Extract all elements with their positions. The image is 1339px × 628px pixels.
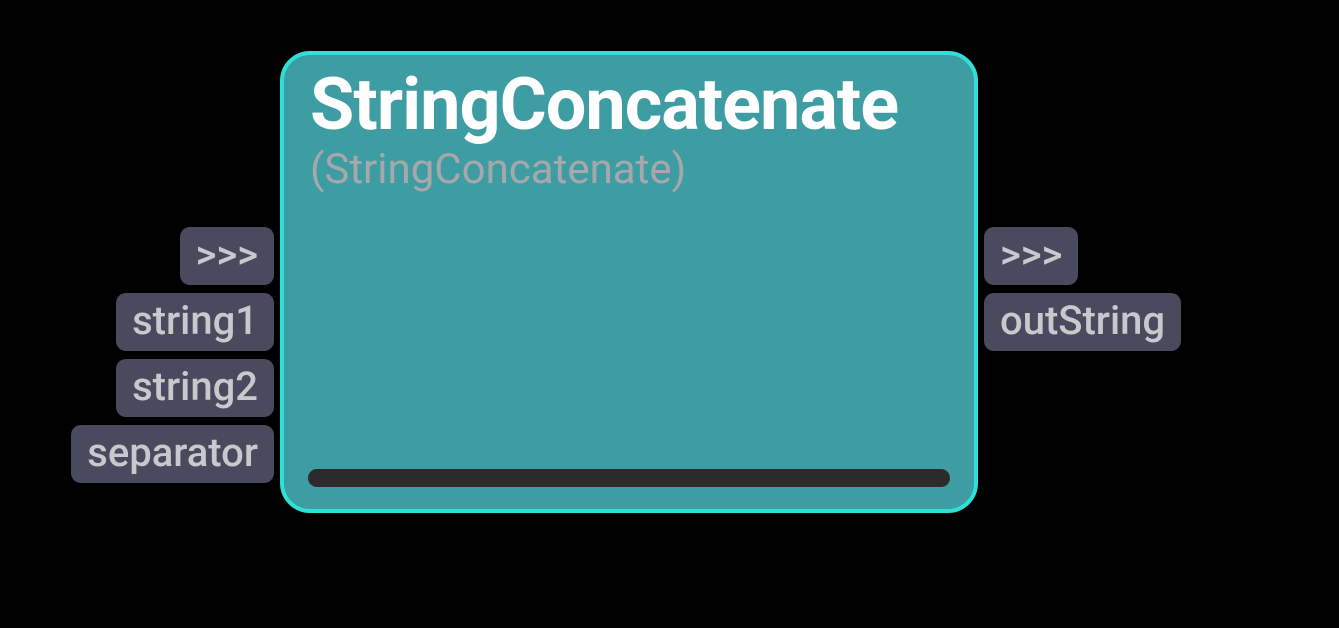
input-port-string1[interactable]: string1 (116, 293, 274, 351)
node-bottom-bar (308, 469, 950, 487)
node-body[interactable]: StringConcatenate (StringConcatenate) (280, 51, 978, 513)
node-subtitle: (StringConcatenate) (310, 145, 948, 194)
output-port-outstring[interactable]: outString (984, 293, 1181, 351)
output-port-exec[interactable]: >>> (984, 227, 1078, 285)
input-port-separator[interactable]: separator (71, 425, 274, 483)
input-port-string2[interactable]: string2 (116, 359, 274, 417)
input-port-exec[interactable]: >>> (180, 227, 274, 285)
node-title: StringConcatenate (310, 67, 948, 143)
